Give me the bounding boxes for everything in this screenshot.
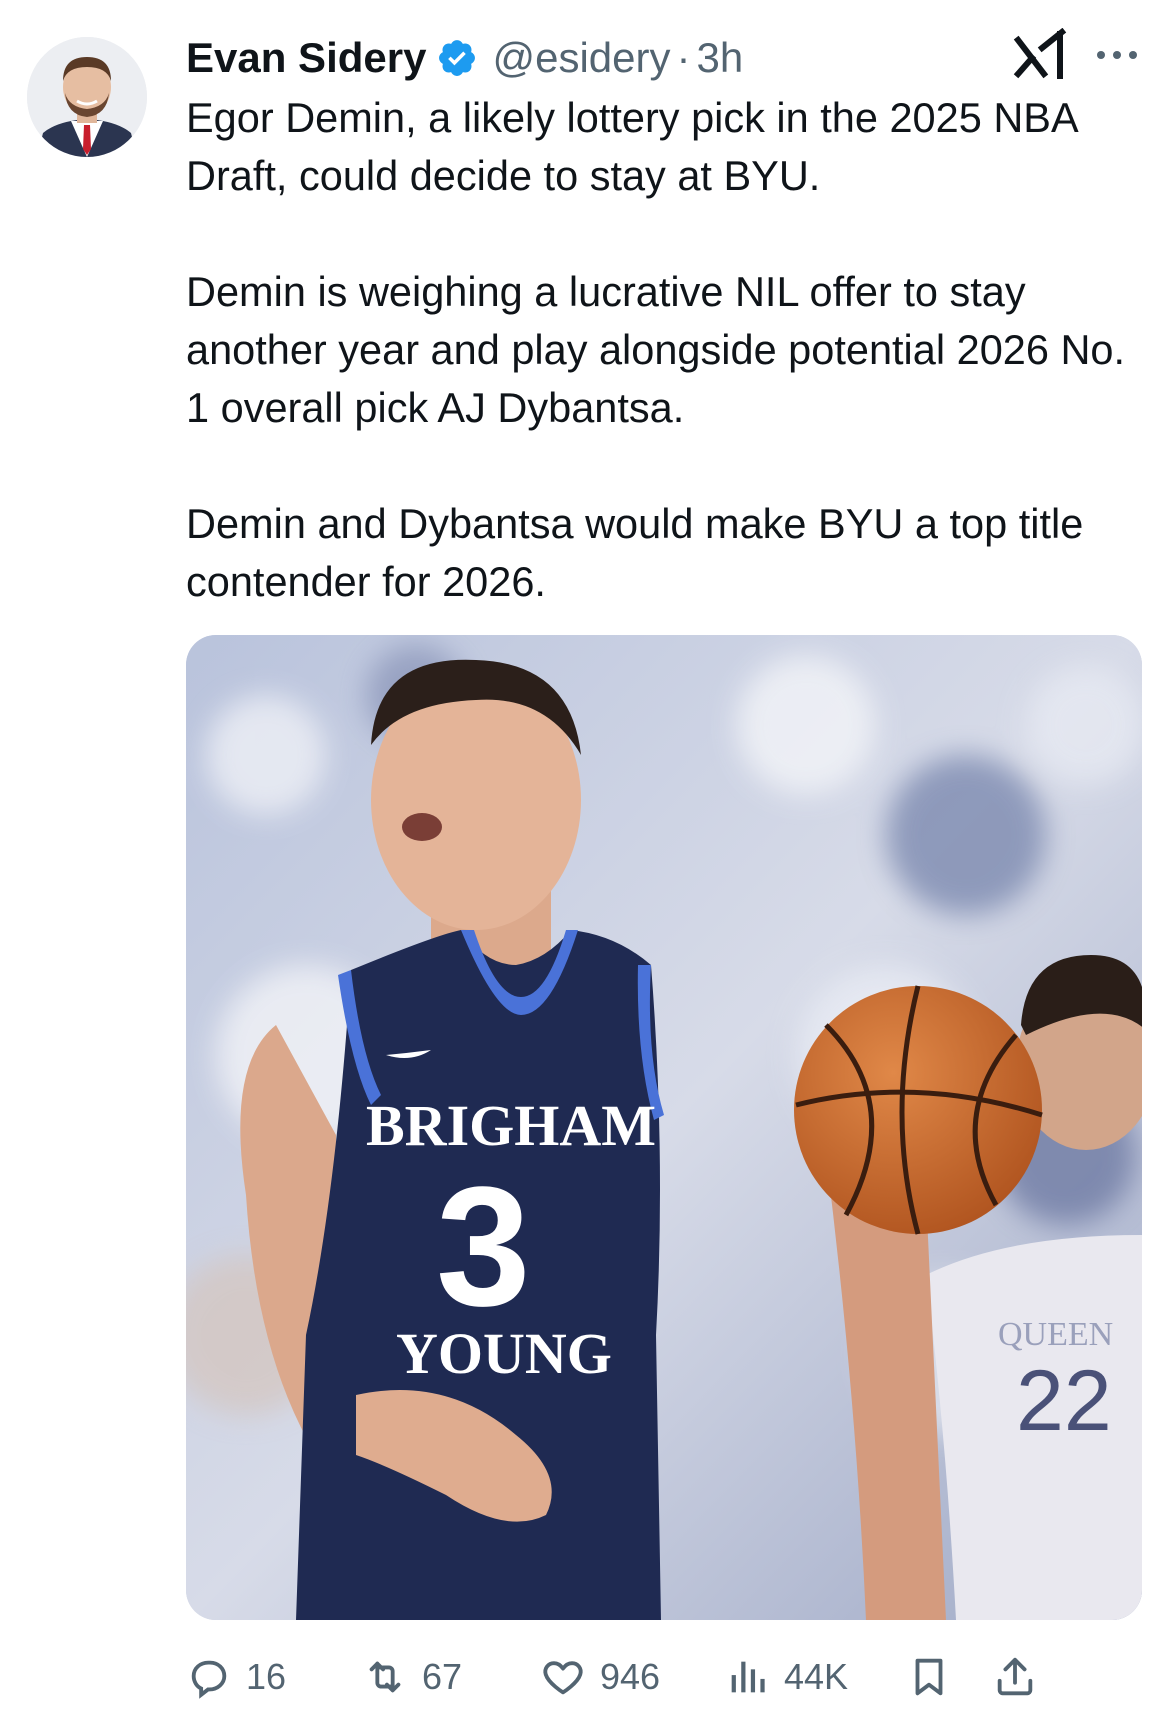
- jersey-wordmark-top: BRIGHAM: [366, 1093, 656, 1158]
- views-icon: [731, 1661, 765, 1693]
- share-icon: [997, 1657, 1033, 1696]
- jersey-wordmark-bottom: YOUNG: [396, 1321, 612, 1386]
- opponent-jersey-number: 22: [1016, 1353, 1112, 1449]
- tweet-paragraph: Demin is weighing a lucrative NIL offer …: [186, 268, 1126, 431]
- tweet-paragraph: Demin and Dybantsa would make BYU a top …: [186, 500, 1084, 605]
- grok-icon[interactable]: [1012, 28, 1070, 84]
- share-button[interactable]: [992, 1646, 1038, 1708]
- author-handle[interactable]: @esidery: [492, 34, 670, 82]
- opponent-jersey-wordmark: QUEEN: [998, 1316, 1113, 1353]
- basketball-photo: QUEEN 22 BRIGHAM 3 YOUNG: [186, 635, 1142, 1620]
- heart-icon: [543, 1661, 583, 1695]
- more-icon[interactable]: [1093, 38, 1141, 72]
- tweet-media-photo[interactable]: QUEEN 22 BRIGHAM 3 YOUNG: [186, 635, 1142, 1620]
- tweet-paragraph: Egor Demin, a likely lottery pick in the…: [186, 94, 1077, 199]
- author-avatar[interactable]: [27, 37, 147, 157]
- views-button[interactable]: 44K: [724, 1646, 848, 1708]
- verified-badge-icon: [439, 40, 476, 76]
- reply-count: 16: [246, 1656, 287, 1697]
- avatar-photo: [27, 37, 147, 157]
- tweet-text: Egor Demin, a likely lottery pick in the…: [186, 89, 1146, 611]
- tweet-timestamp[interactable]: 3h: [697, 34, 744, 82]
- repost-count: 67: [422, 1656, 463, 1697]
- repost-button[interactable]: 67: [362, 1646, 462, 1708]
- tweet-action-bar: 16 67 946 44K: [186, 1646, 1140, 1708]
- reply-button[interactable]: 16: [186, 1646, 286, 1708]
- separator-dot: ·: [676, 34, 691, 81]
- bookmark-icon: [915, 1658, 943, 1696]
- tweet-header: Evan Sidery @esidery · 3h: [186, 28, 743, 88]
- reply-icon: [191, 1660, 227, 1699]
- like-count: 946: [600, 1656, 661, 1697]
- jersey-number: 3: [436, 1152, 531, 1342]
- views-count: 44K: [784, 1656, 849, 1697]
- like-button[interactable]: 946: [540, 1646, 660, 1708]
- bookmark-button[interactable]: [906, 1646, 952, 1708]
- repost-icon: [369, 1661, 401, 1693]
- author-name[interactable]: Evan Sidery: [186, 34, 426, 82]
